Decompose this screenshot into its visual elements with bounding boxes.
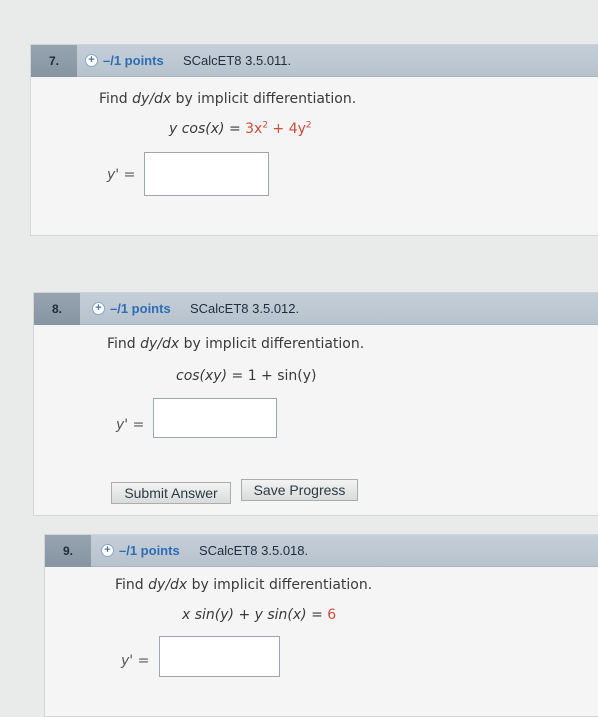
equation: cos(xy) = 1 + sin(y) — [176, 368, 317, 384]
save-progress-button[interactable]: Save Progress — [241, 479, 358, 501]
answer-input[interactable] — [153, 398, 277, 438]
question-source[interactable]: SCalcET8 3.5.012. — [190, 301, 299, 316]
question-number: 7. — [31, 45, 77, 77]
question-header: 7. + –/1 points SCalcET8 3.5.011. — [31, 45, 598, 77]
question-7-card: 7. + –/1 points SCalcET8 3.5.011. Find d… — [30, 44, 598, 236]
equation: x sin(y) + y sin(x) = 6 — [182, 607, 337, 623]
answer-input[interactable] — [159, 636, 280, 677]
question-number: 9. — [45, 535, 91, 567]
question-8-card: 8. + –/1 points SCalcET8 3.5.012. Find d… — [33, 292, 598, 516]
answer-input[interactable] — [144, 152, 269, 196]
expand-plus-icon[interactable]: + — [85, 54, 98, 67]
points-label: –/1 points — [103, 53, 164, 68]
equation: y cos(x) = 3x2 + 4y2 — [169, 120, 312, 137]
question-source[interactable]: SCalcET8 3.5.011. — [183, 53, 291, 68]
question-header: 9. + –/1 points SCalcET8 3.5.018. — [45, 535, 598, 567]
points-label: –/1 points — [119, 543, 180, 558]
question-prompt: Find dy/dx by implicit differentiation. — [115, 577, 373, 593]
question-header: 8. + –/1 points SCalcET8 3.5.012. — [34, 293, 598, 325]
question-number: 8. — [34, 293, 80, 325]
answer-label: y' = — [121, 653, 150, 669]
submit-answer-button[interactable]: Submit Answer — [111, 482, 231, 504]
answer-label: y' = — [116, 417, 145, 433]
expand-plus-icon[interactable]: + — [92, 302, 105, 315]
question-prompt: Find dy/dx by implicit differentiation. — [107, 336, 365, 352]
expand-plus-icon[interactable]: + — [101, 544, 114, 557]
question-source[interactable]: SCalcET8 3.5.018. — [199, 543, 308, 558]
points-label: –/1 points — [110, 301, 171, 316]
answer-label: y' = — [107, 167, 136, 183]
question-prompt: Find dy/dx by implicit differentiation. — [99, 91, 357, 107]
question-9-card: 9. + –/1 points SCalcET8 3.5.018. Find d… — [44, 534, 598, 717]
